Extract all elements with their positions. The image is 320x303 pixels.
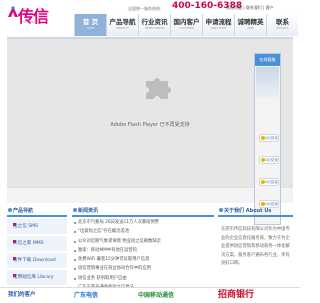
news-header: 新闻资讯 — [72, 205, 214, 217]
qq-icon — [261, 136, 265, 140]
qq-label: QQ交谈 — [265, 158, 278, 162]
service-agent-photo — [256, 67, 279, 99]
product-item[interactable]: 彩信之家 MMS — [7, 236, 67, 252]
customer-logo-bank[interactable]: 招商银行 — [218, 287, 254, 300]
about-text: 东莞市传信科技有限公司作为中国专业的企业信息化服务商，致力于为企业提供短信营销及… — [221, 227, 290, 267]
nav-label: 行业资讯 — [141, 18, 168, 26]
nav-sublabel: HOME — [86, 27, 95, 30]
news-link[interactable]: 独家：移动MM中有他在运营的 — [72, 247, 214, 256]
product-label: 彩信之家 MMS — [13, 241, 44, 246]
about-title: 关于我们 About Us — [224, 208, 272, 214]
nav-item-apply[interactable]: 申请流程 APPLY FLOW — [202, 14, 234, 36]
qq-chat-button[interactable]: QQ交谈 — [259, 156, 279, 164]
service-title: 在线客服 — [255, 54, 280, 66]
hotline-label: 全国统一服务热线: — [128, 6, 162, 11]
news-link[interactable]: 北京市气象局 26日发送11万人次暴雨预警 — [72, 219, 214, 228]
brand-tagline: CHUANXIN — [20, 20, 40, 24]
nav-sublabel: PRODUCT — [116, 27, 129, 30]
product-item[interactable]: 软件下载 Download — [7, 253, 67, 269]
section-bullet-icon — [73, 208, 77, 212]
nav-label: 联系 — [276, 18, 289, 26]
news-list: 北京市气象局 26日发送11万人次暴雨预警 "垃圾短之信"存在概念差池 公众对近… — [72, 219, 214, 293]
nav-sublabel: JOBS — [247, 27, 254, 30]
news-link[interactable]: 公众对近期气象谣诼增 物业短之信刷数缺走 — [72, 238, 214, 247]
product-item[interactable]: 常用短信库 Library — [7, 270, 67, 286]
nav-item-customers[interactable]: 国内客户 CUSTOMER — [170, 14, 202, 36]
nav-sublabel: APPLY FLOW — [210, 27, 227, 30]
flash-banner: Adobe Flash Player 已不再受支持 — [7, 37, 293, 187]
product-nav-header: 产品导航 — [7, 205, 67, 217]
plugin-missing-icon — [146, 78, 171, 99]
customers-title: 我们的客户 — [8, 292, 36, 298]
news-link[interactable]: 免费WiFi 蕃客15分钟可玩取用户信息 — [72, 256, 214, 265]
nav-item-products[interactable]: 产品导航 PRODUCT — [106, 14, 138, 36]
online-service-widget: 在线客服 QQ交谈 QQ交谈 QQ交谈 QQ交谈 — [254, 53, 281, 225]
nav-label: 首 页 — [82, 18, 99, 26]
nav-label: 申请流程 — [205, 18, 232, 26]
news-link[interactable]: 短信营销事业在商业协同合作中的应用 — [72, 265, 214, 274]
qq-chat-button[interactable]: QQ交谈 — [259, 178, 279, 186]
nav-item-jobs[interactable]: 诚聘精英 JOBS — [234, 14, 266, 36]
news-link[interactable]: "垃圾短之信"存在概念差池 — [72, 228, 214, 237]
qq-label: QQ交谈 — [265, 180, 278, 184]
nav-sublabel: CONTACT — [276, 27, 289, 30]
news-link[interactable]: 短信业务 获利取用户自由 — [72, 275, 214, 284]
nav-item-home[interactable]: 首 页 HOME — [74, 14, 106, 36]
qq-label: QQ交谈 — [265, 136, 278, 140]
qq-icon — [261, 180, 265, 184]
nav-item-contact[interactable]: 联系 CONTACT — [266, 14, 298, 36]
flash-unsupported-message: Adobe Flash Player 已不再受支持 — [110, 122, 190, 128]
product-nav-title: 产品导航 — [13, 208, 34, 214]
product-label: 短之信 SMS — [13, 224, 39, 229]
customer-logo-telecom[interactable]: 广东电信 — [74, 290, 98, 303]
banner-footer — [7, 187, 293, 203]
section-bullet-icon — [219, 208, 223, 212]
nav-label: 诚聘精英 — [237, 18, 264, 26]
product-label: 软件下载 Download — [13, 258, 56, 263]
news-title: 新闻资讯 — [78, 208, 99, 214]
customer-logo-mobile[interactable]: 中国移动通信 — [138, 290, 174, 303]
product-label: 常用短信库 Library — [13, 275, 54, 280]
nav-label: 产品导航 — [109, 18, 136, 26]
qq-icon — [261, 158, 265, 162]
about-header: 关于我们 About Us — [218, 205, 293, 217]
product-item[interactable]: 短之信 SMS — [7, 219, 67, 235]
qq-chat-button[interactable]: QQ交谈 — [259, 134, 279, 142]
nav-item-news[interactable]: 行业资讯 NEWS CENTER — [138, 14, 170, 36]
nav-sublabel: NEWS CENTER — [144, 27, 165, 30]
main-nav: 首 页 HOME 产品导航 PRODUCT 行业资讯 NEWS CENTER 国… — [74, 14, 300, 36]
nav-sublabel: CUSTOMER — [179, 27, 194, 30]
section-bullet-icon — [8, 208, 12, 212]
top-links[interactable]: 常见问题 | 联系我们 | 客户 — [226, 5, 274, 11]
nav-label: 国内客户 — [173, 18, 200, 26]
